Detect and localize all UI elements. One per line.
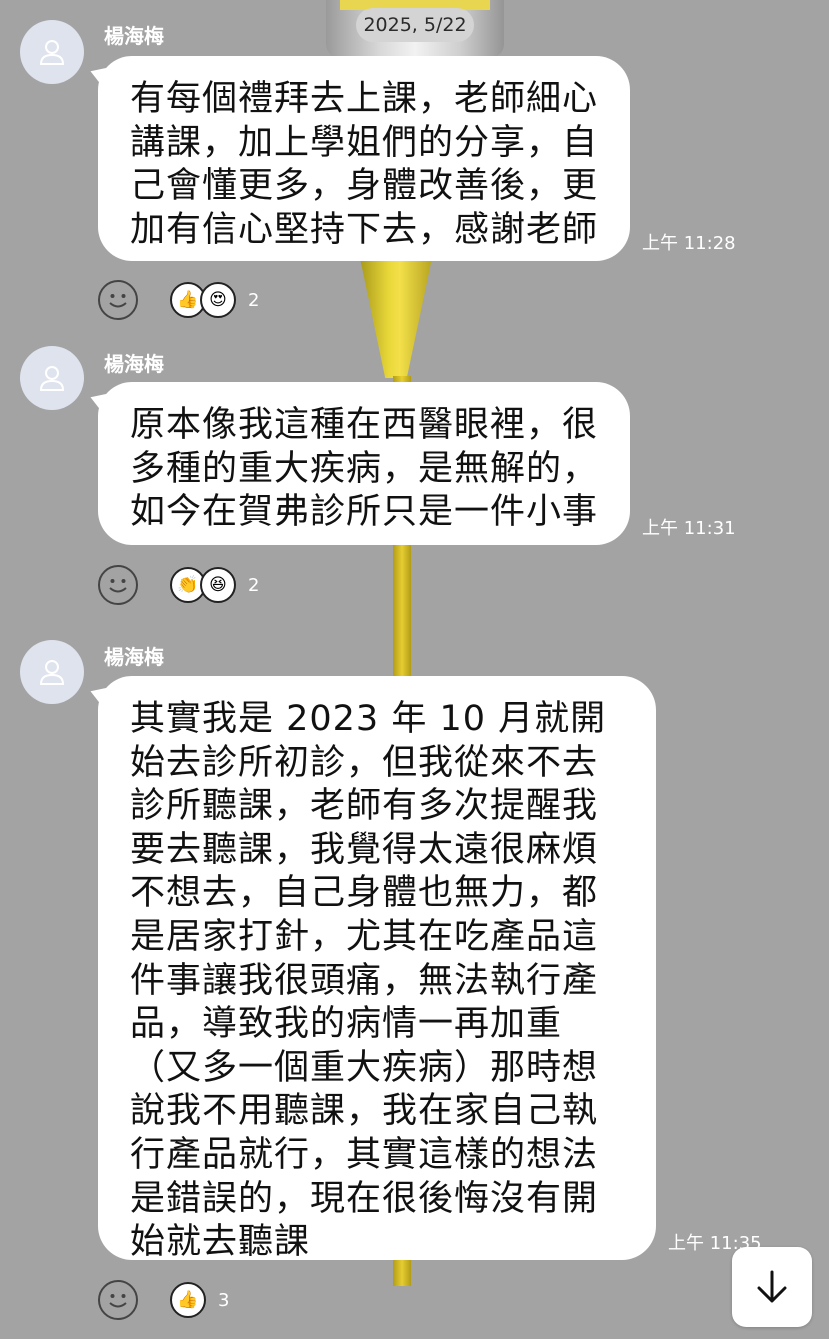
add-reaction-button[interactable]	[98, 280, 138, 320]
avatar[interactable]	[20, 20, 84, 84]
avatar[interactable]	[20, 346, 84, 410]
smiley-icon	[109, 1294, 127, 1308]
heart-eyes-sticker-icon: 😍	[200, 282, 236, 318]
sender-name: 楊海梅	[104, 24, 164, 48]
reaction-summary[interactable]: 👍 3	[170, 1280, 229, 1320]
message-bubble[interactable]: 有每個禮拜去上課，老師細心講課，加上學姐們的分享，自己會懂更多，身體改善後，更加…	[98, 56, 630, 261]
smiley-icon	[109, 579, 127, 593]
message-time: 上午 11:28	[642, 233, 736, 254]
reaction-count: 2	[248, 289, 260, 311]
person-icon	[39, 660, 65, 685]
thumbs-up-sticker-icon: 👍	[170, 1282, 206, 1318]
sender-name: 楊海梅	[104, 352, 164, 376]
message-time: 上午 11:31	[642, 518, 736, 539]
message-bubble[interactable]: 原本像我這種在西醫眼裡，很多種的重大疾病，是無解的，如今在賀弗診所只是一件小事	[98, 382, 630, 545]
add-reaction-button[interactable]	[98, 565, 138, 605]
laugh-sticker-icon: 😆	[200, 567, 236, 603]
person-icon	[39, 40, 65, 65]
background-liquid-drop	[360, 258, 432, 378]
smiley-icon	[109, 294, 127, 308]
avatar[interactable]	[20, 640, 84, 704]
add-reaction-button[interactable]	[98, 1280, 138, 1320]
reaction-count: 2	[248, 574, 260, 596]
reaction-summary[interactable]: 👍 😍 2	[170, 280, 259, 320]
scroll-to-bottom-button[interactable]	[732, 1247, 812, 1327]
message-bubble[interactable]: 其實我是 2023 年 10 月就開始去診所初診，但我從來不去診所聽課，老師有多…	[98, 676, 656, 1262]
reaction-summary[interactable]: 👏 😆 2	[170, 565, 259, 605]
date-separator: 2025, 5/22	[356, 8, 474, 42]
sender-name: 楊海梅	[104, 645, 164, 669]
person-icon	[39, 366, 65, 391]
reaction-count: 3	[218, 1289, 230, 1311]
arrow-down-icon	[757, 1270, 787, 1303]
